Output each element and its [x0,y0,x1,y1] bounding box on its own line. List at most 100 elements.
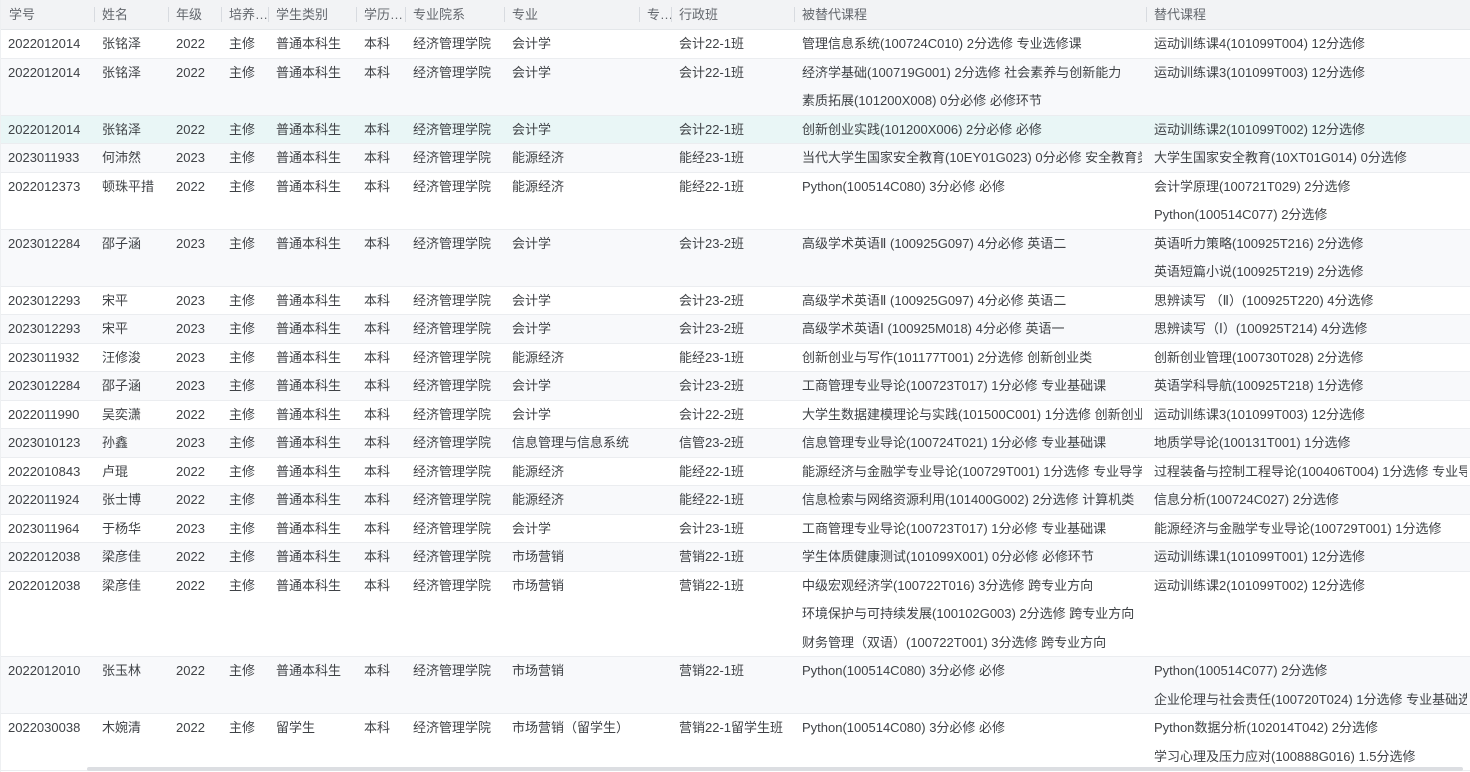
cell-student-id: 2022012038 [1,572,94,657]
cell-replaced-course-line: 财务管理（双语）(100722T001) 3分选修 跨专业方向 [802,629,1142,657]
cell-education: 本科 [356,173,405,229]
cell-major: 能源经济 [504,458,639,486]
cell-name-text: 邵子涵 [102,372,164,400]
table-row[interactable]: 2022011990吴奕潇2022主修普通本科生本科经济管理学院会计学会计22-… [1,401,1470,430]
cell-major-text: 会计学 [512,515,635,543]
horizontal-scrollbar[interactable] [87,767,1463,771]
cell-student-id: 2023012284 [1,372,94,400]
cell-admin-class: 会计23-2班 [671,287,794,315]
cell-student-id: 2022012014 [1,116,94,144]
table-row[interactable]: 2023012293宋平2023主修普通本科生本科经济管理学院会计学会计23-2… [1,287,1470,316]
cell-replacement-course-line: Python数据分析(102014T042) 2分选修 [1154,714,1467,743]
cell-name: 卢琨 [94,458,168,486]
cell-admin-class: 能经22-1班 [671,173,794,229]
cell-replacement-course-line: 英语短篇小说(100925T219) 2分选修 [1154,258,1467,286]
cell-student-id: 2023011964 [1,515,94,543]
cell-replaced-course: Python(100514C080) 3分必修 必修 [794,714,1146,770]
cell-replaced-course-line: 能源经济与金融学专业导论(100729T001) 1分选修 专业导学课 [802,458,1142,486]
cell-training-text: 主修 [229,714,264,743]
cell-student-type-text: 普通本科生 [276,230,352,259]
cell-department-text: 经济管理学院 [413,657,500,686]
cell-admin-class-text: 营销22-1班 [679,572,790,601]
cell-admin-class: 会计22-2班 [671,401,794,429]
table-row[interactable]: 2022012014张铭泽2022主修普通本科生本科经济管理学院会计学会计22-… [1,30,1470,59]
cell-major-text: 会计学 [512,315,635,343]
cell-training: 主修 [221,486,268,514]
cell-replacement-course-line: 思辨读写（Ⅰ）(100925T214) 4分选修 [1154,315,1467,343]
cell-department-text: 经济管理学院 [413,30,500,58]
cell-department: 经济管理学院 [405,486,504,514]
table-row[interactable]: 2023011932汪修浚2023主修普通本科生本科经济管理学院能源经济能经23… [1,344,1470,373]
table-row[interactable]: 2022010843卢琨2022主修普通本科生本科经济管理学院能源经济能经22-… [1,458,1470,487]
cell-truncated-text [647,515,667,543]
cell-name-text: 宋平 [102,287,164,315]
cell-replaced-course: 经济学基础(100719G001) 2分选修 社会素养与创新能力素质拓展(101… [794,59,1146,115]
cell-name-text: 卢琨 [102,458,164,486]
table-row[interactable]: 2022012010张玉林2022主修普通本科生本科经济管理学院市场营销营销22… [1,657,1470,714]
cell-admin-class-text: 信管23-2班 [679,429,790,457]
cell-replacement-course-line: 学习心理及压力应对(100888G016) 1.5分选修 [1154,743,1467,771]
cell-education: 本科 [356,344,405,372]
table-row[interactable]: 2022012038梁彦佳2022主修普通本科生本科经济管理学院市场营销营销22… [1,543,1470,572]
cell-grade-text: 2022 [176,714,217,743]
cell-replacement-course: 大学生国家安全教育(10XT01G014) 0分选修 [1146,144,1470,172]
cell-admin-class: 会计23-2班 [671,315,794,343]
table-row[interactable]: 2022012038梁彦佳2022主修普通本科生本科经济管理学院市场营销营销22… [1,572,1470,658]
cell-replaced-course: Python(100514C080) 3分必修 必修 [794,173,1146,229]
cell-admin-class-text: 会计23-2班 [679,315,790,343]
cell-student-id-text: 2022011990 [8,401,90,429]
cell-education-text: 本科 [364,657,401,686]
cell-replaced-course-line: 创新创业实践(101200X006) 2分必修 必修 [802,116,1142,144]
cell-grade-text: 2022 [176,401,217,429]
cell-admin-class: 能经23-1班 [671,344,794,372]
cell-department: 经济管理学院 [405,30,504,58]
table-row[interactable]: 2022012014张铭泽2022主修普通本科生本科经济管理学院会计学会计22-… [1,59,1470,116]
cell-replaced-course-line: 管理信息系统(100724C010) 2分选修 专业选修课 [802,30,1142,58]
col-header-replacement-course: 替代课程 [1146,0,1470,29]
cell-admin-class-text: 会计22-1班 [679,30,790,58]
cell-admin-class: 营销22-1班 [671,543,794,571]
table-row[interactable]: 2023012284邵子涵2023主修普通本科生本科经济管理学院会计学会计23-… [1,230,1470,287]
col-header-replaced-course: 被替代课程 [794,0,1146,29]
cell-student-type: 普通本科生 [268,515,356,543]
cell-admin-class-text: 能经23-1班 [679,144,790,172]
cell-name-text: 顿珠平措 [102,173,164,202]
cell-replacement-course-line: 创新创业管理(100730T028) 2分选修 [1154,344,1467,372]
cell-department-text: 经济管理学院 [413,315,500,343]
cell-replacement-course: 运动训练课2(101099T002) 12分选修 [1146,572,1470,657]
cell-training-text: 主修 [229,572,264,601]
cell-student-id-text: 2022030038 [8,714,90,743]
cell-replacement-course: 过程装备与控制工程导论(100406T004) 1分选修 专业导论课 [1146,458,1470,486]
cell-name: 汪修浚 [94,344,168,372]
table-row[interactable]: 2022030038木婉清2022主修留学生本科经济管理学院市场营销（留学生）营… [1,714,1470,771]
cell-truncated-text [647,372,667,400]
table-row[interactable]: 2023010123孙鑫2023主修普通本科生本科经济管理学院信息管理与信息系统… [1,429,1470,458]
cell-admin-class: 会计23-1班 [671,515,794,543]
col-header-truncated: 专… [639,0,671,29]
table-row[interactable]: 2023011964于杨华2023主修普通本科生本科经济管理学院会计学会计23-… [1,515,1470,544]
table-row[interactable]: 2022011924张士博2022主修普通本科生本科经济管理学院能源经济能经22… [1,486,1470,515]
cell-truncated [639,30,671,58]
cell-replaced-course: 高级学术英语Ⅱ (100925G097) 4分必修 英语二 [794,287,1146,315]
cell-truncated [639,116,671,144]
cell-replacement-course: 能源经济与金融学专业导论(100729T001) 1分选修 [1146,515,1470,543]
cell-department: 经济管理学院 [405,173,504,229]
cell-student-type: 普通本科生 [268,116,356,144]
cell-student-id-text: 2023012293 [8,315,90,343]
cell-replaced-course-line: 信息管理专业导论(100724T021) 1分必修 专业基础课 [802,429,1142,457]
cell-department: 经济管理学院 [405,714,504,770]
table-row[interactable]: 2022012014张铭泽2022主修普通本科生本科经济管理学院会计学会计22-… [1,116,1470,145]
cell-truncated-text [647,30,667,58]
table-row[interactable]: 2023012293宋平2023主修普通本科生本科经济管理学院会计学会计23-2… [1,315,1470,344]
cell-student-id: 2022012014 [1,30,94,58]
cell-admin-class-text: 营销22-1班 [679,657,790,686]
cell-major: 会计学 [504,30,639,58]
table-row[interactable]: 2022012373顿珠平措2022主修普通本科生本科经济管理学院能源经济能经2… [1,173,1470,230]
table-row[interactable]: 2023012284邵子涵2023主修普通本科生本科经济管理学院会计学会计23-… [1,372,1470,401]
cell-replacement-course-line: 运动训练课3(101099T003) 12分选修 [1154,401,1467,429]
cell-replaced-course: 中级宏观经济学(100722T016) 3分选修 跨专业方向环境保护与可持续发展… [794,572,1146,657]
table-row[interactable]: 2023011933何沛然2023主修普通本科生本科经济管理学院能源经济能经23… [1,144,1470,173]
cell-student-id-text: 2023012284 [8,372,90,400]
cell-replacement-course-line: 大学生国家安全教育(10XT01G014) 0分选修 [1154,144,1467,172]
cell-replacement-course: 思辨读写（Ⅰ）(100925T214) 4分选修 [1146,315,1470,343]
